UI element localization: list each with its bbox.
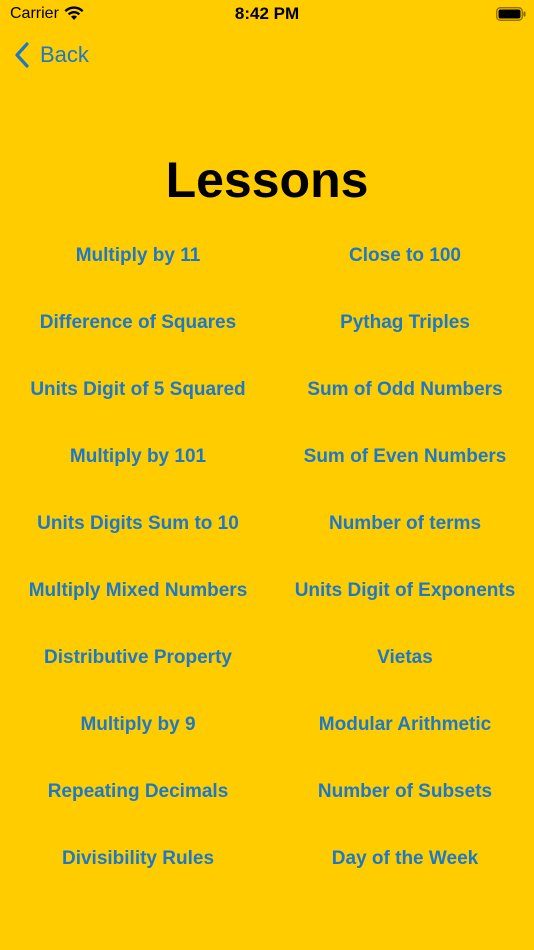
lesson-distributive-property[interactable]: Distributive Property xyxy=(0,634,276,682)
lessons-screen: Carrier 8:42 PM Back Lessons Multiply by… xyxy=(0,0,534,950)
lessons-grid: Multiply by 11 Close to 100 Difference o… xyxy=(0,232,534,902)
back-button[interactable]: Back xyxy=(14,40,89,70)
lesson-modular-arithmetic[interactable]: Modular Arithmetic xyxy=(276,701,534,749)
lesson-close-to-100[interactable]: Close to 100 xyxy=(276,232,534,280)
status-time: 8:42 PM xyxy=(234,4,300,23)
lesson-multiply-by-101[interactable]: Multiply by 101 xyxy=(0,433,276,481)
lesson-pythag-triples[interactable]: Pythag Triples xyxy=(276,299,534,347)
chevron-left-icon xyxy=(15,42,29,68)
lesson-number-of-terms[interactable]: Number of terms xyxy=(276,500,534,548)
lesson-sum-of-odd-numbers[interactable]: Sum of Odd Numbers xyxy=(276,366,534,414)
lesson-multiply-by-9[interactable]: Multiply by 9 xyxy=(0,701,276,749)
lesson-units-digit-of-exponents[interactable]: Units Digit of Exponents xyxy=(276,567,534,615)
lesson-multiply-by-11[interactable]: Multiply by 11 xyxy=(0,232,276,280)
lesson-difference-of-squares[interactable]: Difference of Squares xyxy=(0,299,276,347)
lesson-units-digit-of-5-squared[interactable]: Units Digit of 5 Squared xyxy=(0,366,276,414)
lesson-vietas[interactable]: Vietas xyxy=(276,634,534,682)
back-label: Back xyxy=(40,42,89,67)
lesson-divisibility-rules[interactable]: Divisibility Rules xyxy=(0,835,276,883)
lesson-multiply-mixed-numbers[interactable]: Multiply Mixed Numbers xyxy=(0,567,276,615)
battery-icon xyxy=(496,7,526,21)
status-bar: Carrier 8:42 PM xyxy=(0,0,534,28)
lesson-number-of-subsets[interactable]: Number of Subsets xyxy=(276,768,534,816)
lesson-units-digits-sum-to-10[interactable]: Units Digits Sum to 10 xyxy=(0,500,276,548)
lesson-repeating-decimals[interactable]: Repeating Decimals xyxy=(0,768,276,816)
page-title: Lessons xyxy=(165,152,369,208)
lesson-sum-of-even-numbers[interactable]: Sum of Even Numbers xyxy=(276,433,534,481)
lesson-day-of-the-week[interactable]: Day of the Week xyxy=(276,835,534,883)
